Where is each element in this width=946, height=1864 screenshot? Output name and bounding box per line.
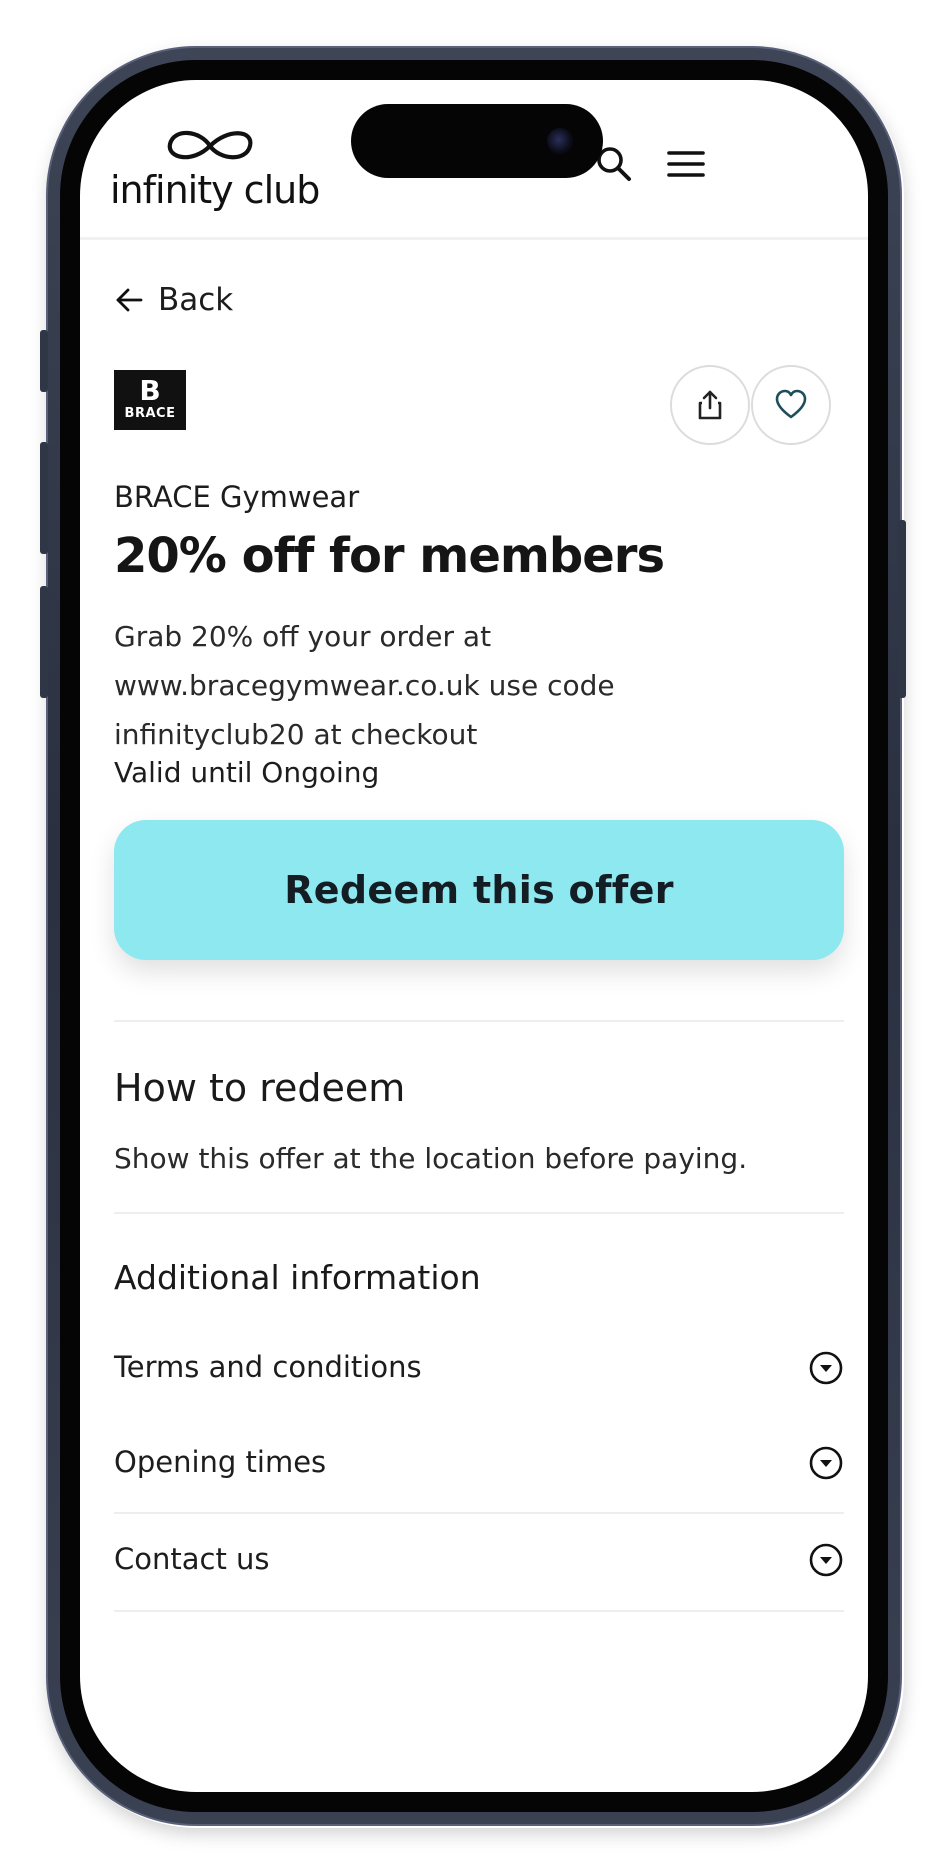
accordion-label: Terms and conditions xyxy=(114,1350,422,1384)
logo-wordmark: infinity club xyxy=(110,168,320,212)
divider xyxy=(114,1020,844,1022)
volume-down-button xyxy=(40,586,48,698)
infinity-club-logo[interactable]: infinity club xyxy=(110,124,320,214)
brand-logo-initial: B xyxy=(139,374,161,407)
front-camera xyxy=(547,128,573,154)
offer-validity: Valid until Ongoing xyxy=(114,756,380,789)
volume-up-button xyxy=(40,442,48,554)
back-link[interactable]: Back xyxy=(114,280,233,320)
divider xyxy=(114,1512,844,1514)
accordion-label: Contact us xyxy=(114,1542,270,1576)
heart-icon xyxy=(775,389,807,419)
hamburger-menu-icon[interactable] xyxy=(664,142,708,186)
back-label: Back xyxy=(158,282,234,318)
arrow-left-icon xyxy=(116,288,143,312)
share-icon xyxy=(698,390,722,420)
accordion-label: Opening times xyxy=(114,1445,327,1479)
screenshot-stage: infinity club Back B BRACE BRACE Gymwear… xyxy=(0,0,946,1864)
infinity-logo-icon xyxy=(167,130,253,160)
brand-logo-word: BRACE xyxy=(124,406,176,421)
redeem-offer-button[interactable]: Redeem this offer xyxy=(114,820,844,960)
offer-title: 20% off for members xyxy=(114,528,665,584)
additional-information-heading: Additional information xyxy=(114,1258,481,1297)
dynamic-island xyxy=(351,104,603,178)
brand-logo: B BRACE xyxy=(114,370,186,430)
how-to-redeem-text: Show this offer at the location before p… xyxy=(114,1142,748,1175)
accordion-opening-times[interactable]: Opening times xyxy=(114,1433,844,1493)
action-button xyxy=(40,330,48,392)
accordion-terms-and-conditions[interactable]: Terms and conditions xyxy=(114,1338,844,1398)
share-button[interactable] xyxy=(670,365,750,445)
divider xyxy=(114,1212,844,1214)
how-to-redeem-heading: How to redeem xyxy=(114,1066,406,1110)
chevron-down-circle-icon xyxy=(809,1446,843,1480)
divider xyxy=(114,1610,844,1612)
accordion-contact-us[interactable]: Contact us xyxy=(114,1530,844,1590)
chevron-down-circle-icon xyxy=(809,1351,843,1385)
power-button xyxy=(898,520,906,698)
phone-screen: infinity club Back B BRACE BRACE Gymwear… xyxy=(80,80,868,1792)
brand-name: BRACE Gymwear xyxy=(114,480,360,514)
chevron-down-circle-icon xyxy=(809,1543,843,1577)
offer-description: Grab 20% off your order at www.bracegymw… xyxy=(114,620,615,751)
favorite-button[interactable] xyxy=(751,365,831,445)
